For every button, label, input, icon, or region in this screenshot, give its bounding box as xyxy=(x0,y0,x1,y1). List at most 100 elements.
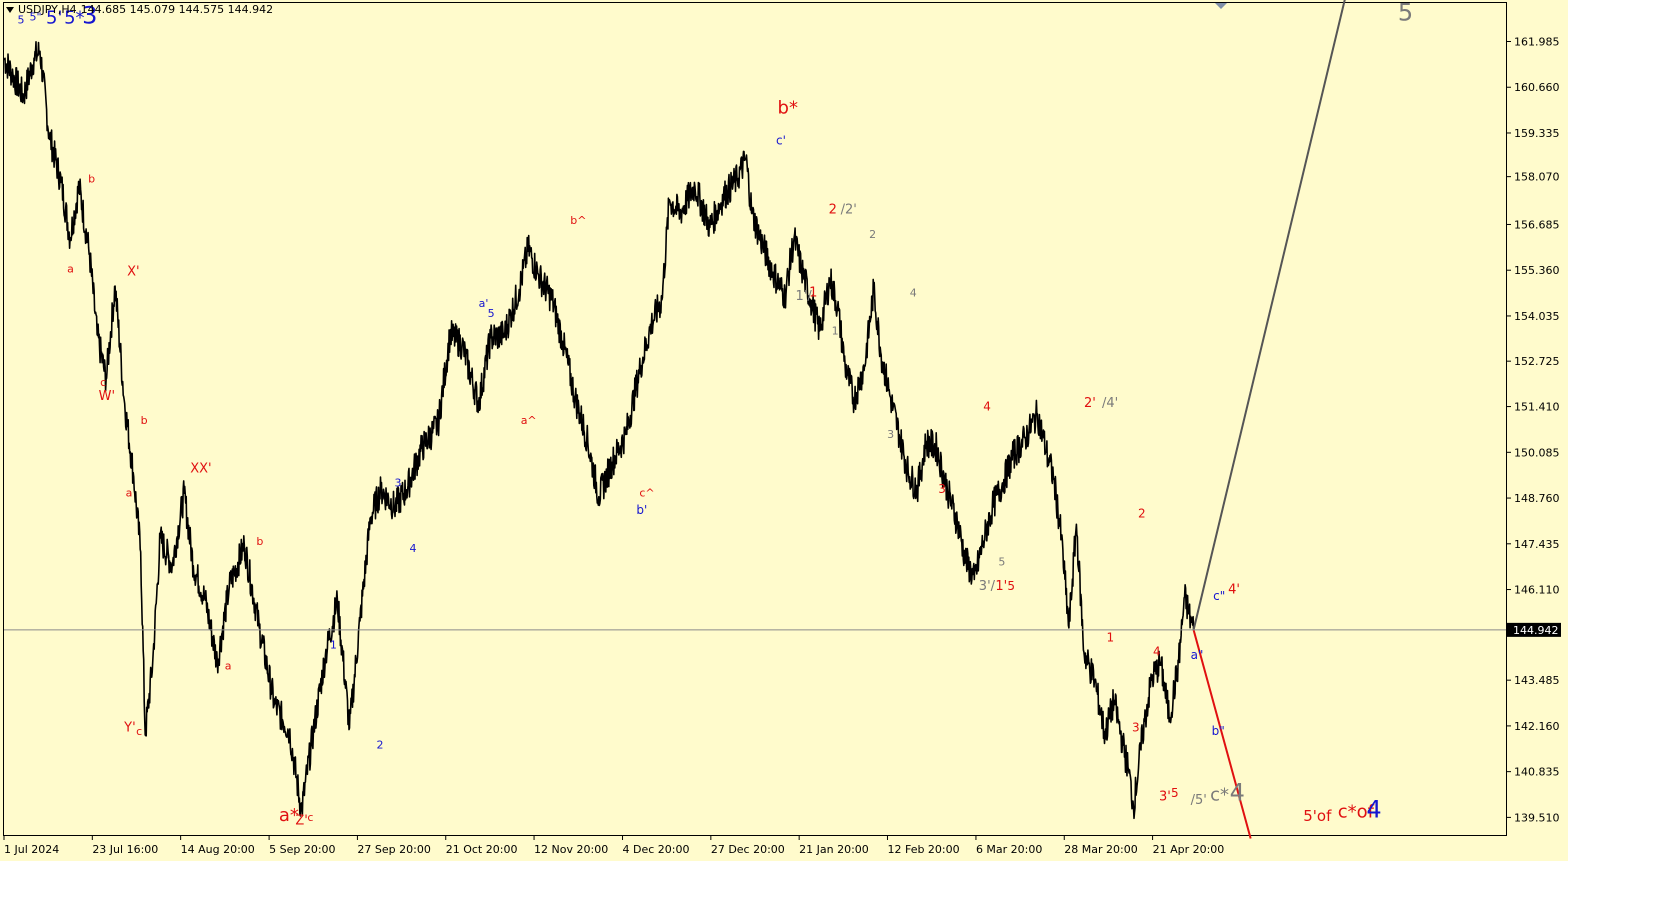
wave-label: b* xyxy=(778,97,798,118)
wave-label: c* xyxy=(1210,784,1229,805)
wave-label: 4' xyxy=(1228,582,1240,597)
x-tick-label: 21 Oct 20:00 xyxy=(446,843,518,856)
wave-labels: 5 5" 5' 5*3ba X'cW'bXX'abaY' ca*Z' c1234a'5a^b… xyxy=(18,0,1414,829)
wave-label: 1 xyxy=(330,639,337,652)
y-tick-label: 161.985 xyxy=(1514,35,1560,48)
wave-label: c' xyxy=(776,134,786,148)
y-tick-label: 148.760 xyxy=(1514,492,1560,505)
wave-label: 4 xyxy=(983,399,991,413)
wave-label: b xyxy=(256,535,263,548)
x-tick-label: 1 Jul 2024 xyxy=(4,843,59,856)
x-tick-label: 28 Mar 20:00 xyxy=(1064,843,1137,856)
y-tick-label: 140.835 xyxy=(1514,766,1560,779)
y-tick-label: 155.360 xyxy=(1514,264,1560,277)
x-tick-label: 6 Mar 20:00 xyxy=(976,843,1042,856)
wave-label: 2 xyxy=(829,203,837,218)
y-tick-label: 159.335 xyxy=(1514,127,1560,140)
wave-label: b' xyxy=(636,503,647,517)
wave-label: a xyxy=(225,659,232,672)
y-tick-label: 160.660 xyxy=(1514,81,1560,94)
x-tick-label: 27 Dec 20:00 xyxy=(711,843,785,856)
y-tick-label: 143.485 xyxy=(1514,674,1560,687)
wave-label: 4 xyxy=(1366,796,1381,824)
y-tick-label: 152.725 xyxy=(1514,355,1560,368)
y-tick-label: 158.070 xyxy=(1514,171,1560,184)
wave-label: 5 xyxy=(1171,786,1179,800)
wave-label: c^ xyxy=(639,487,654,500)
y-tick-label: 142.160 xyxy=(1514,720,1560,733)
wave-label: a" xyxy=(1191,648,1204,662)
wave-label: 3'/ xyxy=(979,579,996,594)
wave-label: 1 xyxy=(832,324,839,337)
wave-label: 4 xyxy=(410,542,417,555)
wave-label: 2 xyxy=(869,228,876,241)
wave-label: b" xyxy=(1212,724,1225,738)
wave-label: a xyxy=(126,487,133,500)
wave-label: /5' xyxy=(1191,793,1207,808)
wave-label: /4' xyxy=(1102,396,1118,411)
x-tick-label: 5 Sep 20:00 xyxy=(269,843,335,856)
wave-label: c" xyxy=(1213,589,1225,603)
wave-label: 3 xyxy=(395,476,402,489)
chart-info-bar: USDJPY,H4 144.685 145.079 144.575 144.94… xyxy=(6,3,273,16)
wave-label: 4 xyxy=(910,286,917,299)
price-chart[interactable]: 5 5" 5' 5*3ba X'cW'bXX'abaY' ca*Z' c1234a'5a^b… xyxy=(0,0,1568,861)
wave-label: 5'of xyxy=(1303,807,1332,825)
wave-label: b^ xyxy=(570,214,586,227)
wave-label: Z' xyxy=(295,814,307,829)
wave-label: 4 xyxy=(1230,778,1245,806)
x-axis-labels: 1 Jul 2024 23 Jul 16:00 14 Aug 20:00 5 Sep … xyxy=(4,843,1224,856)
wave-label: c xyxy=(100,376,106,389)
projection-line-up[interactable] xyxy=(1192,0,1350,631)
ohlc-values: 144.685 145.079 144.575 144.942 xyxy=(80,3,274,16)
wave-label: 2' xyxy=(1084,396,1096,411)
x-tick-label: 23 Jul 16:00 xyxy=(92,843,158,856)
y-tick-label: 150.085 xyxy=(1514,446,1560,459)
wave-label: 5 xyxy=(1007,579,1015,593)
symbol-timeframe: USDJPY,H4 xyxy=(18,3,77,16)
price-line xyxy=(3,41,1195,820)
wave-label: 3 xyxy=(887,428,894,441)
wave-label: 1 xyxy=(809,285,817,300)
y-tick-label: 156.685 xyxy=(1514,218,1560,231)
wave-label: 2 xyxy=(1138,506,1146,520)
x-tick-label: 21 Jan 20:00 xyxy=(799,843,869,856)
wave-label: 1 xyxy=(1106,631,1114,645)
wave-label: a xyxy=(67,262,74,275)
wave-label: c xyxy=(136,725,142,738)
wave-label: Y' xyxy=(123,720,136,735)
x-tick-label: 14 Aug 20:00 xyxy=(181,843,255,856)
wave-label: 3 xyxy=(938,482,946,496)
wave-label: 4 xyxy=(1153,644,1161,658)
scroll-marker-icon[interactable] xyxy=(1215,3,1227,9)
last-price-label: 144.942 xyxy=(1513,624,1559,637)
axis-tick-marks xyxy=(3,40,1511,840)
wave-label: 1' xyxy=(995,579,1007,594)
x-tick-label: 12 Nov 20:00 xyxy=(534,843,608,856)
wave-label: 3' xyxy=(1159,789,1171,804)
wave-label: W' xyxy=(99,389,115,404)
x-tick-label: 4 Dec 20:00 xyxy=(623,843,690,856)
wave-label: b xyxy=(88,173,95,186)
y-tick-label: 154.035 xyxy=(1514,310,1560,323)
wave-label: b xyxy=(141,414,148,427)
price-series xyxy=(3,41,1195,820)
wave-label: 5 xyxy=(488,307,495,320)
chart-window[interactable]: 5 5" 5' 5* 3 b a X' c W' b XX' a b a Y' c a* Z' c 1 2 3 4 a' 5 a^ b… xyxy=(0,0,1568,861)
wave-label: XX' xyxy=(190,462,211,477)
wave-label: X' xyxy=(127,265,139,280)
wave-label: 2 xyxy=(376,739,383,752)
wave-label: 5 xyxy=(1398,0,1413,26)
wave-label: 5 xyxy=(998,556,1005,569)
x-tick-label: 27 Sep 20:00 xyxy=(357,843,430,856)
y-tick-label: 146.110 xyxy=(1514,584,1560,597)
y-tick-label: 147.435 xyxy=(1514,538,1560,551)
x-tick-label: 21 Apr 20:00 xyxy=(1153,843,1225,856)
collapse-triangle-icon[interactable] xyxy=(6,7,14,13)
plot-frame xyxy=(3,2,1507,836)
y-axis-labels: 161.985 160.660 159.335 158.070 156.685 155.3… xyxy=(4,35,1561,824)
y-tick-label: 139.510 xyxy=(1514,811,1560,824)
wave-label: 3 xyxy=(1132,720,1140,734)
projection-lines xyxy=(1192,0,1350,839)
y-tick-label: 151.410 xyxy=(1514,401,1560,414)
